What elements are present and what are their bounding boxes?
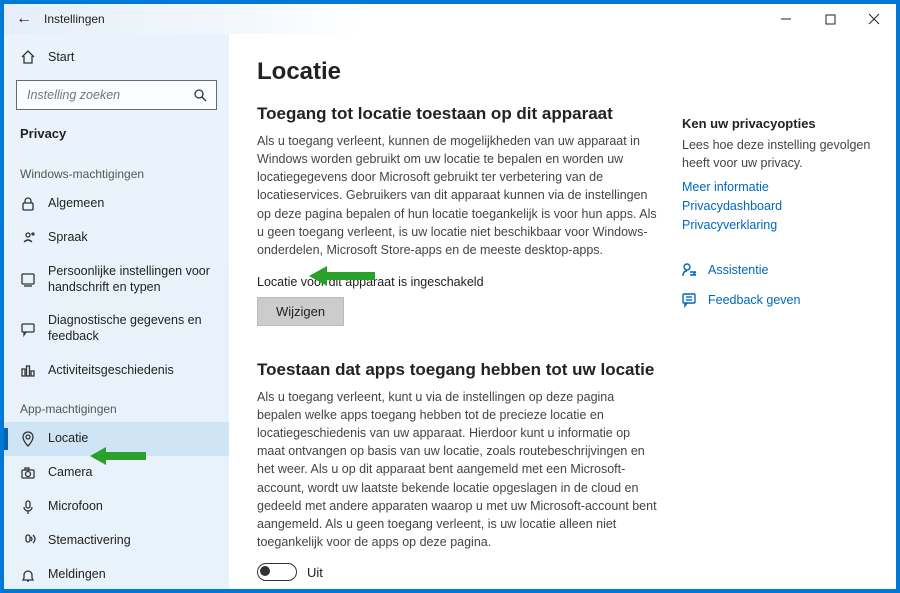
- section-allow-apps-title: Toestaan dat apps toegang hebben tot uw …: [257, 360, 868, 380]
- microphone-icon: [20, 499, 36, 515]
- inking-icon: [20, 272, 36, 288]
- link-privacy-dashboard[interactable]: Privacydashboard: [682, 197, 872, 216]
- give-feedback-link[interactable]: Feedback geven: [682, 292, 872, 308]
- sidebar-item-general[interactable]: Algemeen: [4, 187, 229, 221]
- home-label: Start: [48, 50, 74, 64]
- window-title: Instellingen: [44, 12, 105, 26]
- maximize-button[interactable]: [808, 4, 852, 34]
- help-icon: [682, 262, 698, 278]
- section-allow-device-desc: Als u toegang verleent, kunnen de mogeli…: [257, 132, 657, 259]
- sidebar-item-speech[interactable]: Spraak: [4, 221, 229, 255]
- category-privacy[interactable]: Privacy: [4, 116, 229, 153]
- home-icon: [20, 49, 36, 65]
- sidebar-item-notifications[interactable]: Meldingen: [4, 558, 229, 590]
- search-icon: [192, 87, 208, 103]
- get-help-link[interactable]: Assistentie: [682, 262, 872, 278]
- home-button[interactable]: Start: [4, 40, 229, 74]
- apps-location-toggle[interactable]: [257, 563, 297, 581]
- sidebar-item-diagnostics[interactable]: Diagnostische gegevens en feedback: [4, 304, 229, 353]
- section-allow-apps-desc: Als u toegang verleent, kunt u via de in…: [257, 388, 657, 551]
- sidebar-item-voice-activation[interactable]: Stemactivering: [4, 524, 229, 558]
- close-button[interactable]: [852, 4, 896, 34]
- link-more-info[interactable]: Meer informatie: [682, 178, 872, 197]
- voice-icon: [20, 533, 36, 549]
- back-button[interactable]: ←: [4, 10, 44, 28]
- sidebar-item-camera[interactable]: Camera: [4, 456, 229, 490]
- feedback-icon: [20, 321, 36, 337]
- feedback-icon: [682, 292, 698, 308]
- search-box[interactable]: [16, 80, 217, 110]
- speech-icon: [20, 230, 36, 246]
- sidebar: Start Privacy Windows-machtigingen Algem…: [4, 34, 229, 589]
- privacy-options-desc: Lees hoe deze instelling gevolgen heeft …: [682, 137, 872, 172]
- privacy-options-title: Ken uw privacyopties: [682, 116, 872, 131]
- link-privacy-statement[interactable]: Privacyverklaring: [682, 216, 872, 235]
- camera-icon: [20, 465, 36, 481]
- sidebar-item-activity[interactable]: Activiteitsgeschiedenis: [4, 354, 229, 388]
- sidebar-item-microphone[interactable]: Microfoon: [4, 490, 229, 524]
- lock-icon: [20, 196, 36, 212]
- sidebar-item-location[interactable]: Locatie: [4, 422, 229, 456]
- group-app-permissions: App-machtigingen: [4, 388, 229, 422]
- toggle-state-label: Uit: [307, 565, 323, 580]
- search-input[interactable]: [27, 88, 192, 102]
- activity-icon: [20, 363, 36, 379]
- bell-icon: [20, 567, 36, 583]
- title-bar: ← Instellingen: [4, 4, 896, 34]
- group-windows-permissions: Windows-machtigingen: [4, 153, 229, 187]
- right-panel: Ken uw privacyopties Lees hoe deze inste…: [682, 116, 872, 308]
- location-icon: [20, 431, 36, 447]
- change-button[interactable]: Wijzigen: [257, 297, 344, 326]
- sidebar-item-inking[interactable]: Persoonlijke instellingen voor handschri…: [4, 255, 229, 304]
- minimize-button[interactable]: [764, 4, 808, 34]
- page-title: Locatie: [257, 58, 868, 86]
